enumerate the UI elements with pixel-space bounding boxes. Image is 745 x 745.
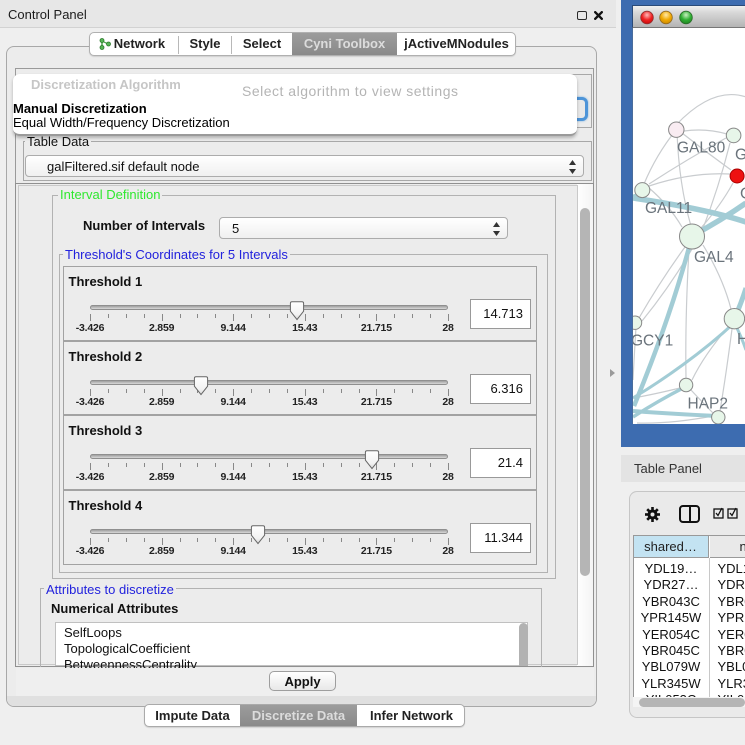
svg-text:G.: G. bbox=[735, 147, 745, 164]
svg-text:C: C bbox=[740, 185, 745, 202]
svg-text:GAL4: GAL4 bbox=[694, 249, 734, 266]
svg-text:H: H bbox=[737, 331, 745, 348]
svg-text:HAP2: HAP2 bbox=[688, 396, 729, 413]
svg-text:GAL11: GAL11 bbox=[645, 200, 692, 217]
svg-text:GAL80: GAL80 bbox=[677, 140, 726, 157]
svg-text:GCY1: GCY1 bbox=[633, 333, 673, 350]
